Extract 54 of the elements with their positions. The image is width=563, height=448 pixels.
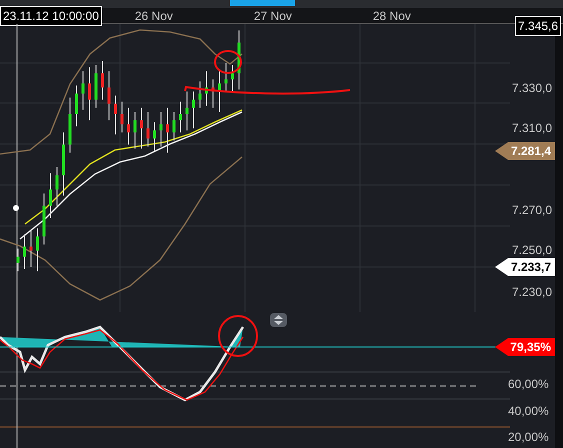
resize-handle[interactable] (270, 313, 287, 327)
candle (68, 97, 72, 154)
candle (108, 70, 110, 121)
price-tick: 7.330,0 (512, 80, 552, 97)
candle (224, 62, 228, 92)
candle (88, 66, 91, 121)
candle (30, 230, 32, 268)
percent-marker: 79,35% (495, 338, 555, 356)
candle (153, 122, 156, 152)
date-label: 28 Nov (372, 8, 412, 24)
price-marker: 7.233,7 (495, 258, 555, 276)
annotation-circle (214, 50, 242, 74)
candle (101, 60, 104, 100)
candle (42, 193, 46, 246)
percent-tick: 40,00% (508, 403, 549, 420)
crosshair-point (13, 205, 19, 211)
percent-tick: 20,00% (508, 429, 549, 446)
candle (205, 70, 208, 106)
date-label: 26 Nov (134, 8, 174, 24)
candle (23, 234, 26, 270)
candle (127, 107, 130, 146)
candle (166, 107, 169, 154)
candle (82, 70, 84, 110)
candle (62, 132, 65, 196)
candle (134, 111, 136, 150)
cursor-time: 23.11.12 10:00:00 (0, 6, 102, 26)
price-marker: 7.281,4 (495, 142, 555, 160)
candle (140, 107, 143, 150)
candle (56, 166, 58, 206)
candle (94, 64, 98, 108)
percent-tick: 60,00% (508, 376, 549, 393)
candle (49, 172, 52, 219)
candle (218, 70, 221, 112)
price-tick: 7.310,0 (512, 120, 552, 137)
candle (172, 111, 176, 142)
candle (198, 80, 202, 108)
candle (75, 84, 78, 127)
candle (179, 101, 182, 133)
candle (231, 64, 234, 92)
up-down-icon (274, 315, 283, 325)
current-price: 7.345,6 (515, 16, 562, 36)
price-tick: 7.270,0 (512, 202, 552, 219)
price-tick: 7.230,0 (512, 284, 552, 301)
candle (120, 101, 124, 133)
price-tick: 7.250,0 (512, 242, 552, 259)
candle (36, 228, 39, 272)
candle (114, 95, 117, 135)
candle (160, 111, 162, 148)
date-label: 27 Nov (254, 8, 293, 24)
candle (146, 111, 150, 148)
candle (192, 91, 195, 129)
candle (212, 78, 214, 108)
candle (16, 248, 20, 272)
candle (186, 91, 188, 131)
